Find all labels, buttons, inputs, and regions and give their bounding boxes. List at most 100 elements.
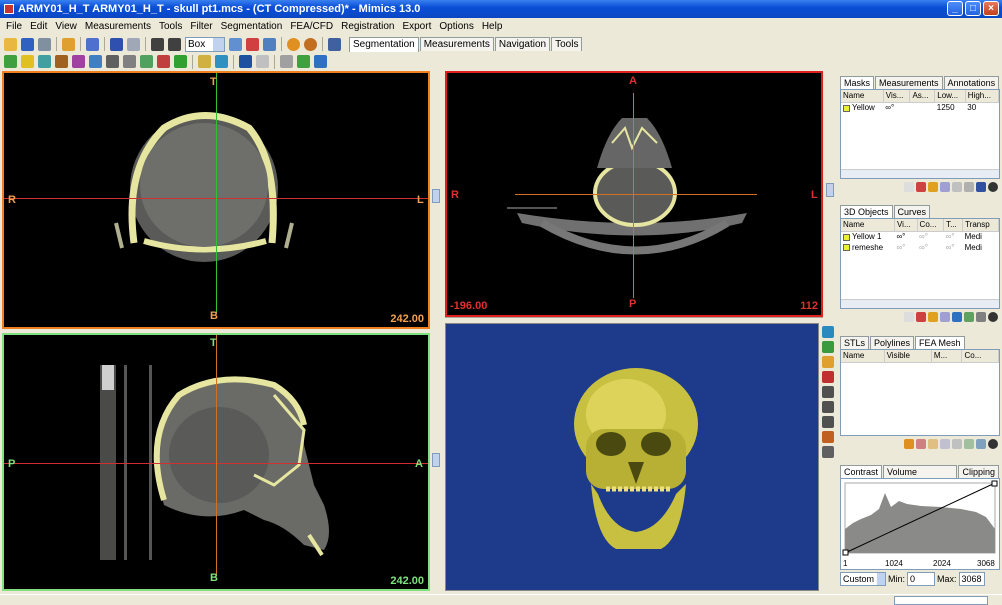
calculate-3d-icon[interactable] [140, 55, 153, 68]
help-icon[interactable] [304, 37, 317, 51]
column-name[interactable]: Name [841, 350, 885, 363]
menu-view[interactable]: View [51, 21, 81, 32]
column-visible[interactable]: Vis... [883, 90, 911, 103]
column-high[interactable]: High... [965, 90, 999, 103]
selection-mode-select[interactable]: Box [185, 36, 225, 52]
project-icon[interactable] [328, 37, 341, 51]
tab-stls[interactable]: STLs [840, 336, 870, 349]
material-icon[interactable] [964, 438, 974, 449]
duplicate-icon[interactable] [940, 311, 950, 322]
scroll-thumb[interactable] [432, 453, 440, 467]
menu-segmentation[interactable]: Segmentation [217, 21, 287, 32]
tab-tools[interactable]: Tools [551, 36, 583, 51]
info-icon[interactable] [287, 37, 300, 51]
coronal-view[interactable]: T B R L 242.00 [2, 71, 430, 329]
menu-edit[interactable]: Edit [26, 21, 51, 32]
layout-icon[interactable] [86, 37, 99, 51]
info-icon[interactable] [928, 438, 938, 449]
thresholding-icon[interactable] [4, 55, 17, 68]
menu-export[interactable]: Export [398, 21, 435, 32]
view-reset-icon[interactable] [822, 326, 834, 338]
axial-view[interactable]: A P R L -196.00 112 [445, 71, 823, 317]
minimize-button[interactable]: _ [947, 1, 963, 16]
object-t[interactable]: ∞° [944, 231, 963, 242]
zoom-icon[interactable] [229, 37, 242, 51]
print-icon[interactable] [38, 37, 51, 51]
min-input[interactable]: 0 [907, 572, 936, 586]
view-color-icon[interactable] [822, 371, 834, 383]
masks-hscrollbar[interactable] [841, 169, 999, 178]
view-orient-icon[interactable] [822, 356, 834, 368]
dropdown-icon[interactable] [988, 438, 998, 449]
table-row[interactable]: Yellow 1 ∞° ∞° ∞° Medi [841, 231, 999, 242]
info-icon[interactable] [928, 311, 938, 322]
pan-icon[interactable] [168, 37, 181, 51]
objects-hscrollbar[interactable] [841, 299, 999, 308]
redo-icon[interactable] [127, 37, 140, 51]
zoom-region-icon[interactable] [246, 37, 259, 51]
menu-filter[interactable]: Filter [186, 21, 216, 32]
morphology-icon[interactable] [55, 55, 68, 68]
new-object-icon[interactable] [904, 311, 914, 322]
column-visible[interactable]: Visible [884, 350, 932, 363]
tab-clipping[interactable]: Clipping [958, 465, 999, 478]
visibility-icon[interactable] [822, 446, 834, 458]
menu-registration[interactable]: Registration [337, 21, 398, 32]
multiple-slice-edit-icon[interactable] [123, 55, 136, 68]
new-mask-icon[interactable] [904, 181, 914, 192]
menu-file[interactable]: File [2, 21, 26, 32]
open-icon[interactable] [4, 37, 17, 51]
shield-icon[interactable] [239, 55, 252, 68]
properties-icon[interactable] [952, 181, 962, 192]
mirror-icon[interactable] [256, 55, 269, 68]
wrap-icon[interactable] [314, 55, 327, 68]
delete-icon[interactable] [916, 311, 926, 322]
rotate-icon[interactable] [151, 37, 164, 51]
info-icon[interactable] [928, 181, 938, 192]
export-icon[interactable] [952, 311, 962, 322]
column-transparency[interactable]: Transp [962, 219, 999, 232]
column-low[interactable]: Low... [934, 90, 966, 103]
preset-select[interactable]: Custom s [840, 572, 886, 586]
duplicate-icon[interactable] [940, 438, 950, 449]
tab-3d-objects[interactable]: 3D Objects [840, 205, 893, 218]
column-name[interactable]: Name [841, 219, 895, 232]
tab-volume-rendering[interactable]: Volume Rendering [883, 465, 958, 489]
delete-icon[interactable] [916, 438, 926, 449]
hand-icon[interactable] [280, 55, 293, 68]
tab-segmentation[interactable]: Segmentation [349, 36, 419, 52]
move-icon[interactable] [964, 311, 974, 322]
menu-help[interactable]: Help [478, 21, 507, 32]
fill-icon[interactable] [89, 55, 102, 68]
shield-icon[interactable] [976, 181, 986, 192]
layers-icon[interactable] [297, 55, 310, 68]
tab-curves[interactable]: Curves [893, 205, 931, 218]
menu-tools[interactable]: Tools [155, 21, 186, 32]
tab-annotations[interactable]: Annotations [943, 76, 1000, 89]
edit-mask-icon[interactable] [106, 55, 119, 68]
sagittal-scrollbar[interactable] [431, 333, 441, 591]
export-icon[interactable] [976, 438, 986, 449]
fit-icon[interactable] [263, 37, 276, 51]
undo-icon[interactable] [110, 37, 123, 51]
region-grow-icon[interactable] [21, 55, 34, 68]
column-name[interactable]: Name [841, 90, 884, 103]
column-t[interactable]: T... [943, 219, 964, 232]
tab-fea-mesh[interactable]: FEA Mesh [915, 336, 965, 349]
menu-fea-cfd[interactable]: FEA/CFD [286, 21, 337, 32]
pan-3d-icon[interactable] [822, 416, 834, 428]
table-row[interactable]: remeshe ∞° ∞° ∞° Medi [841, 242, 999, 253]
column-visible[interactable]: Vi... [894, 219, 918, 232]
tab-navigation[interactable]: Navigation [494, 36, 551, 51]
scroll-thumb[interactable] [826, 183, 834, 197]
contrast-histogram[interactable]: 1 1024 2024 3068 [840, 478, 1000, 570]
erase-icon[interactable] [964, 181, 974, 192]
duplicate-icon[interactable] [940, 181, 950, 192]
mask-visible[interactable]: ∞° [883, 102, 910, 113]
view-front-icon[interactable] [822, 341, 834, 353]
close-button[interactable]: × [983, 1, 999, 16]
split-mask-icon[interactable] [198, 55, 211, 68]
menu-measurements[interactable]: Measurements [81, 21, 155, 32]
tab-measurements[interactable]: Measurements [419, 36, 494, 51]
tab-polylines[interactable]: Polylines [870, 336, 915, 349]
